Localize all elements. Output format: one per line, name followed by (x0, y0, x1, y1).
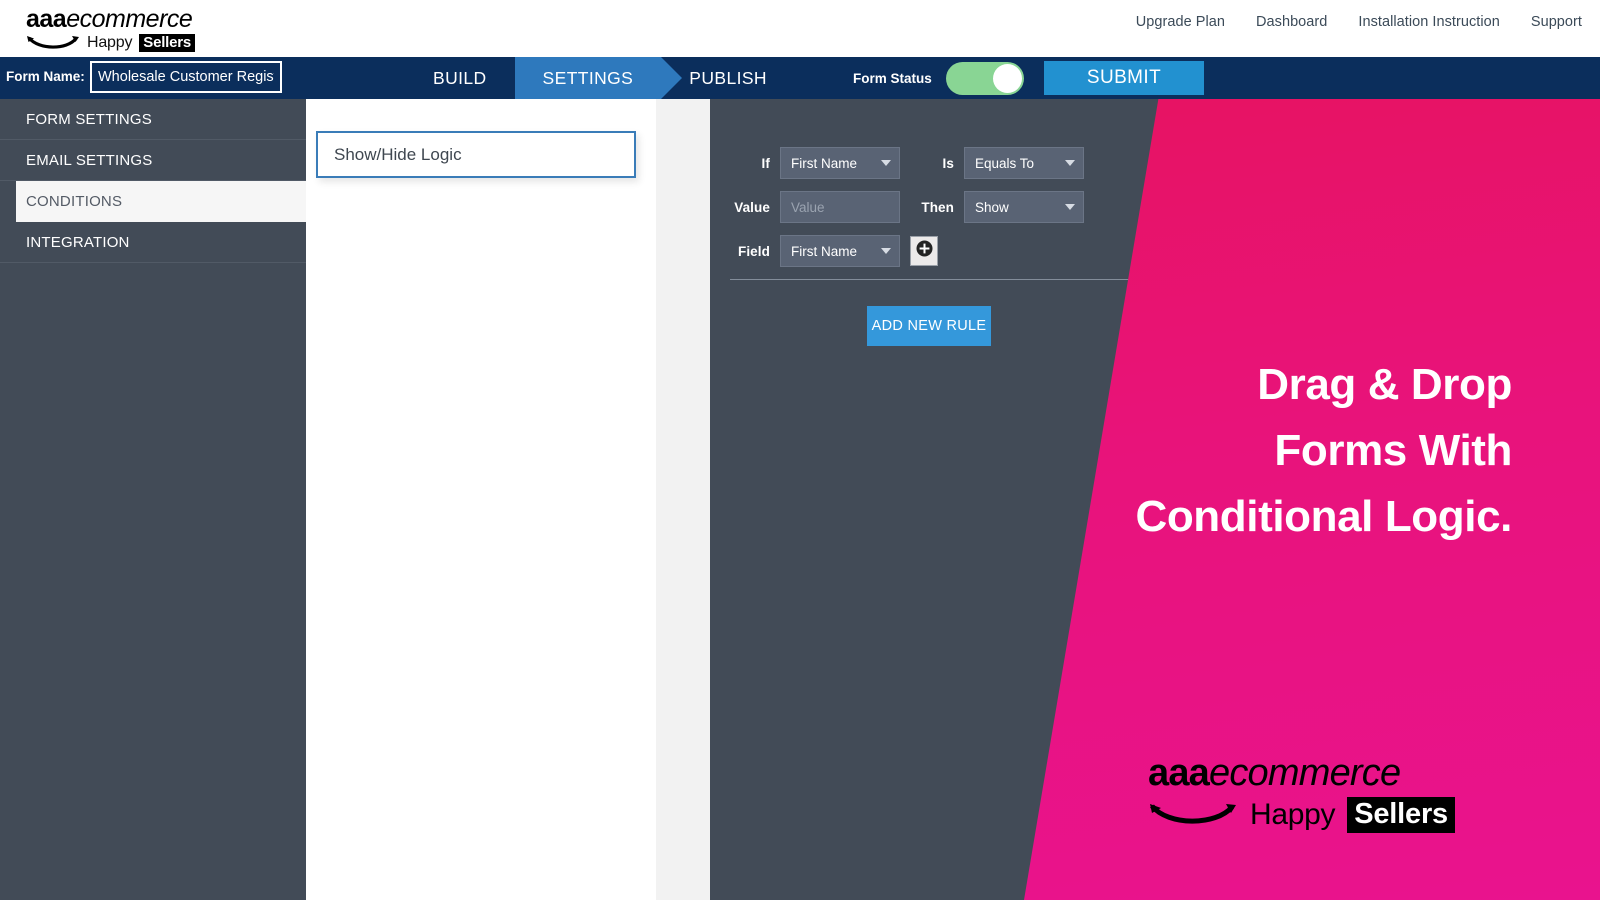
nav-link-dashboard[interactable]: Dashboard (1256, 14, 1327, 30)
logic-card-label: Show/Hide Logic (334, 144, 462, 164)
app-logo-sellers-chip: Sellers (139, 33, 196, 52)
is-operator-value: Equals To (975, 155, 1035, 171)
nav-link-installation-instruction[interactable]: Installation Instruction (1358, 14, 1499, 30)
chevron-down-icon (1065, 160, 1075, 166)
condition-row-if: If First Name Is Equals To (724, 141, 1084, 185)
submit-button[interactable]: SUBMIT (1044, 61, 1204, 95)
toggle-knob (992, 63, 1022, 93)
smile-arrow-icon (1148, 802, 1238, 828)
sidebar-item-label: FORM SETTINGS (26, 110, 152, 128)
app-logo-prefix: aaa (26, 5, 67, 33)
top-navigation: Upgrade Plan Dashboard Installation Inst… (1136, 14, 1600, 30)
nav-link-upgrade-plan[interactable]: Upgrade Plan (1136, 14, 1225, 30)
sidebar-item-conditions[interactable]: CONDITIONS (16, 181, 306, 222)
chevron-down-icon (1065, 204, 1075, 210)
app-logo-suffix: ecommerce (66, 5, 193, 33)
condition-row-field: Field First Name (724, 229, 1084, 273)
top-bar: aaaecommerce Happy Sellers Upgrade Plan … (0, 0, 1600, 57)
app-logo-tagline: Happy Sellers (26, 33, 226, 52)
if-field-value: First Name (791, 155, 858, 171)
sidebar-item-label: INTEGRATION (26, 233, 130, 251)
app-logo-wordmark: aaaecommerce (26, 6, 226, 32)
target-field-value: First Name (791, 243, 858, 259)
sidebar-item-form-settings[interactable]: FORM SETTINGS (0, 99, 306, 140)
chevron-down-icon (881, 248, 891, 254)
field-label: Field (737, 243, 770, 259)
app-logo[interactable]: aaaecommerce Happy Sellers (26, 6, 226, 52)
then-action-select[interactable]: Show (964, 191, 1084, 223)
form-step-tabs: BUILD SETTINGS PUBLISH (405, 57, 795, 99)
form-toolbar: Form Name: BUILD SETTINGS PUBLISH Form S… (0, 57, 1600, 99)
form-status-group: Form Status (853, 57, 1024, 99)
target-field-select[interactable]: First Name (780, 235, 900, 267)
promo-logo: aaaecommerce Happy Sellers (1148, 752, 1528, 833)
if-field-select[interactable]: First Name (780, 147, 900, 179)
app-root: Drag & Drop Forms With Conditional Logic… (0, 0, 1600, 900)
logic-list-panel: Show/Hide Logic (306, 99, 656, 900)
is-label: Is (942, 155, 954, 171)
sidebar-item-label: EMAIL SETTINGS (26, 151, 153, 169)
sidebar-item-email-settings[interactable]: EMAIL SETTINGS (0, 140, 306, 181)
value-label: Value (734, 199, 770, 215)
smile-arrow-icon (26, 35, 80, 51)
nav-link-support[interactable]: Support (1531, 14, 1582, 30)
form-status-label: Form Status (853, 70, 932, 86)
promo-logo-prefix: aaa (1148, 752, 1210, 794)
promo-logo-tagline: Happy Sellers (1148, 797, 1528, 833)
sidebar-item-label: CONDITIONS (26, 193, 123, 210)
tab-build[interactable]: BUILD (405, 57, 515, 99)
is-operator-select[interactable]: Equals To (964, 147, 1084, 179)
add-field-button[interactable] (910, 236, 938, 266)
promo-logo-happy: Happy (1250, 798, 1336, 831)
logic-card-show-hide[interactable]: Show/Hide Logic (316, 131, 636, 178)
panel-divider-strip (656, 99, 710, 900)
plus-circle-icon (916, 240, 933, 262)
form-name-input[interactable] (90, 61, 282, 93)
promo-logo-wordmark: aaaecommerce (1148, 752, 1528, 794)
app-logo-happy: Happy (87, 33, 133, 51)
promo-logo-suffix: ecommerce (1209, 752, 1401, 794)
then-action-value: Show (975, 199, 1009, 215)
settings-sidebar: FORM SETTINGS EMAIL SETTINGS CONDITIONS … (0, 99, 306, 900)
promo-logo-sellers-chip: Sellers (1347, 797, 1455, 833)
chevron-down-icon (881, 160, 891, 166)
tab-settings[interactable]: SETTINGS (514, 57, 682, 99)
then-label: Then (921, 199, 954, 215)
add-new-rule-button[interactable]: ADD NEW RULE (867, 306, 991, 346)
condition-rule: If First Name Is Equals To Value Then (724, 141, 1084, 273)
value-input[interactable] (780, 191, 900, 223)
form-status-toggle[interactable] (945, 61, 1024, 95)
condition-row-value: Value Then Show (724, 185, 1084, 229)
form-name-label: Form Name: (6, 69, 85, 84)
sidebar-item-integration[interactable]: INTEGRATION (0, 222, 306, 263)
if-label: If (761, 155, 770, 171)
